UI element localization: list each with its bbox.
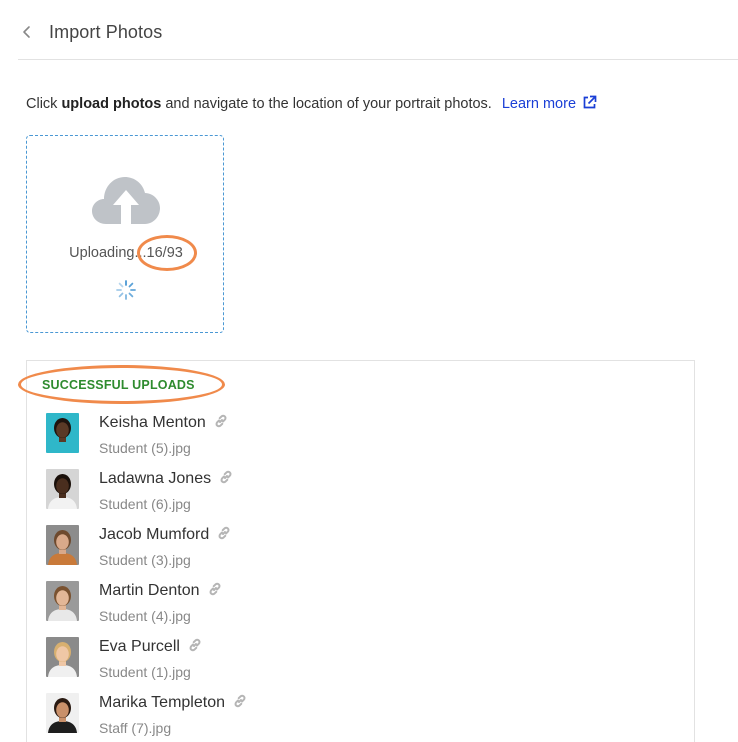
link-icon[interactable] — [208, 582, 222, 596]
person-name: Jacob Mumford — [99, 526, 231, 544]
portrait-image — [46, 469, 79, 509]
header: Import Photos — [18, 0, 738, 60]
person-name: Ladawna Jones — [99, 470, 233, 488]
external-link-icon — [583, 95, 597, 109]
import-photos-page: Import Photos Click upload photos and na… — [0, 0, 738, 742]
upload-progress-count: 16/93 — [136, 235, 198, 271]
upload-status-label: Uploading... — [69, 245, 147, 261]
file-name: Staff (7).jpg — [99, 720, 172, 736]
instruction-text: Click upload photos and navigate to the … — [26, 95, 597, 112]
list-item: Eva Purcell Student (1).jpg — [46, 636, 646, 692]
portrait-image — [46, 693, 79, 733]
successful-uploads-panel: SUCCESSFUL UPLOADS Keisha Menton Student … — [18, 360, 695, 742]
list-item: Martin Denton Student (4).jpg — [46, 580, 646, 636]
portrait-image — [46, 581, 79, 621]
file-name: Student (5).jpg — [99, 440, 191, 456]
person-name-label: Eva Purcell — [99, 638, 180, 655]
person-name-label: Jacob Mumford — [99, 526, 210, 543]
list-item: Jacob Mumford Student (3).jpg — [46, 524, 646, 580]
photo-thumbnail — [46, 413, 79, 453]
person-name: Marika Templeton — [99, 694, 247, 712]
instruction-bold: upload photos — [61, 96, 162, 112]
chevron-left-icon — [23, 26, 30, 38]
photo-thumbnail — [46, 581, 79, 621]
photo-thumbnail — [46, 469, 79, 509]
list-item: Keisha Menton Student (5).jpg — [46, 412, 646, 468]
portrait-image — [46, 413, 79, 453]
page-title: Import Photos — [49, 22, 163, 42]
portrait-image — [46, 525, 79, 565]
link-icon[interactable] — [188, 638, 202, 652]
cloud-upload-icon — [92, 177, 160, 224]
person-name: Eva Purcell — [99, 638, 202, 656]
upload-status: Uploading...16/93 — [27, 235, 225, 271]
person-name-label: Marika Templeton — [99, 694, 225, 711]
upload-dropzone[interactable]: Uploading...16/93 — [26, 135, 224, 333]
successful-uploads-heading: SUCCESSFUL UPLOADS — [18, 365, 225, 404]
photo-thumbnail — [46, 693, 79, 733]
person-name: Keisha Menton — [99, 414, 228, 432]
photo-thumbnail — [46, 637, 79, 677]
file-name: Student (6).jpg — [99, 496, 191, 512]
link-icon[interactable] — [219, 470, 233, 484]
file-name: Student (3).jpg — [99, 552, 191, 568]
person-name-label: Ladawna Jones — [99, 470, 212, 487]
learn-more-link[interactable]: Learn more — [501, 95, 597, 112]
instruction-suffix: and navigate to the location of your por… — [161, 96, 492, 112]
list-item: Marika Templeton Staff (7).jpg — [46, 692, 646, 742]
learn-more-label: Learn more — [501, 96, 577, 112]
link-icon[interactable] — [214, 414, 228, 428]
person-name-label: Martin Denton — [99, 582, 200, 599]
instruction-prefix: Click — [26, 96, 62, 112]
person-name-label: Keisha Menton — [99, 414, 206, 431]
link-icon[interactable] — [217, 526, 231, 540]
back-button[interactable] — [18, 20, 38, 44]
portrait-image — [46, 637, 79, 677]
person-name: Martin Denton — [99, 582, 222, 600]
photo-thumbnail — [46, 525, 79, 565]
spinner-icon — [116, 280, 136, 300]
link-icon[interactable] — [233, 694, 247, 708]
list-item: Ladawna Jones Student (6).jpg — [46, 468, 646, 524]
file-name: Student (4).jpg — [99, 608, 191, 624]
file-name: Student (1).jpg — [99, 664, 191, 680]
upload-list: Keisha Menton Student (5).jpg Ladawna Jone… — [46, 412, 646, 742]
